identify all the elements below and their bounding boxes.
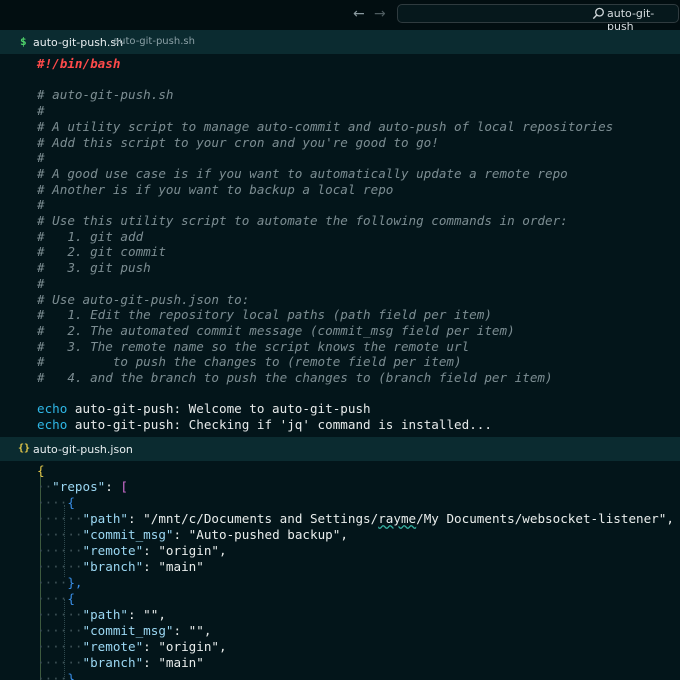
json-code-editor[interactable]: { ··"repos": [ ····{ ······"path": "/mnt… bbox=[0, 461, 680, 680]
title-bar: ← → auto-git-push bbox=[0, 0, 680, 33]
json-brace: { bbox=[37, 463, 45, 478]
json-line: ····{ bbox=[37, 495, 75, 510]
code-line: # bbox=[37, 103, 45, 119]
json-line: ··"repos": [ bbox=[37, 479, 129, 494]
json-line: ····}, bbox=[37, 575, 83, 590]
code-line: # A good use case is if you want to auto… bbox=[37, 165, 568, 181]
code-line: # A utility script to manage auto-commit… bbox=[37, 118, 614, 134]
search-icon[interactable] bbox=[592, 7, 605, 20]
code-line: # Use this utility script to automate th… bbox=[37, 213, 568, 228]
code-line: # auto-git-push.sh bbox=[37, 87, 174, 103]
shell-file-icon: $ bbox=[20, 35, 27, 48]
code-line: echo auto-git-push: Welcome to auto-git-… bbox=[37, 401, 371, 417]
echo-text: auto-git-push: Welcome to auto-git-push bbox=[74, 401, 371, 417]
sh-tab-name[interactable]: auto-git-push.sh bbox=[33, 36, 123, 49]
back-arrow-icon[interactable]: ← bbox=[353, 6, 365, 22]
sh-code-editor[interactable]: #!/bin/bash # auto-git-push.sh # # A utilit… bbox=[0, 54, 680, 437]
code-line: # 1. Edit the repository local paths (pa… bbox=[37, 307, 492, 323]
code-line: # 1. git add bbox=[37, 228, 144, 244]
json-file-icon: {} bbox=[18, 443, 31, 454]
code-line: # to push the changes to (remote field p… bbox=[37, 354, 462, 370]
json-line: ····} bbox=[37, 671, 75, 680]
json-line: { bbox=[37, 463, 45, 479]
json-line: ······"path": "/mnt/c/Documents and Sett… bbox=[37, 511, 674, 526]
json-line: ····{ bbox=[37, 591, 75, 606]
json-key: "repos" bbox=[52, 479, 106, 494]
spelling-squiggle[interactable]: rayme bbox=[378, 511, 416, 526]
json-file-tab-bar: {} auto-git-push.json bbox=[0, 437, 680, 461]
code-line: # Use auto-git-push.json to: bbox=[37, 291, 250, 307]
json-line: ······"commit_msg": "", bbox=[37, 623, 212, 638]
echo-keyword: echo bbox=[37, 401, 75, 417]
code-line: # Another is if you want to backup a loc… bbox=[37, 181, 394, 197]
json-line: ······"commit_msg": "Auto-pushed backup"… bbox=[37, 527, 348, 542]
echo-text: auto-git-push: Checking if 'jq' command … bbox=[74, 417, 492, 433]
code-line: #!/bin/bash bbox=[37, 56, 121, 71]
json-line: ······"branch": "main" bbox=[37, 559, 204, 574]
code-line: # 2. git commit bbox=[37, 244, 166, 260]
code-line: # 3. git push bbox=[37, 260, 151, 276]
json-line: ······"remote": "origin", bbox=[37, 639, 227, 654]
json-line: ······"path": "", bbox=[37, 607, 166, 622]
echo-keyword: echo bbox=[37, 417, 75, 433]
json-line: ······"remote": "origin", bbox=[37, 543, 227, 558]
code-line: echo auto-git-push: Checking if 'jq' com… bbox=[37, 417, 492, 433]
code-line: # bbox=[37, 197, 45, 213]
json-tab-name[interactable]: auto-git-push.json bbox=[33, 443, 133, 456]
sh-tab-path: auto-git-push.sh bbox=[113, 36, 195, 47]
code-line: # Add this script to your cron and you'r… bbox=[37, 134, 439, 150]
forward-arrow-icon[interactable]: → bbox=[374, 6, 386, 22]
code-line: # 4. and the branch to push the changes … bbox=[37, 370, 553, 385]
sh-file-tab-bar: $ auto-git-push.sh auto-git-push.sh bbox=[0, 30, 680, 54]
code-line: # 3. The remote name so the script knows… bbox=[37, 338, 470, 354]
code-line: # bbox=[37, 275, 45, 291]
code-line: # bbox=[37, 150, 45, 166]
code-line: # 2. The automated commit message (commi… bbox=[37, 322, 515, 338]
json-line: ······"branch": "main" bbox=[37, 655, 204, 670]
